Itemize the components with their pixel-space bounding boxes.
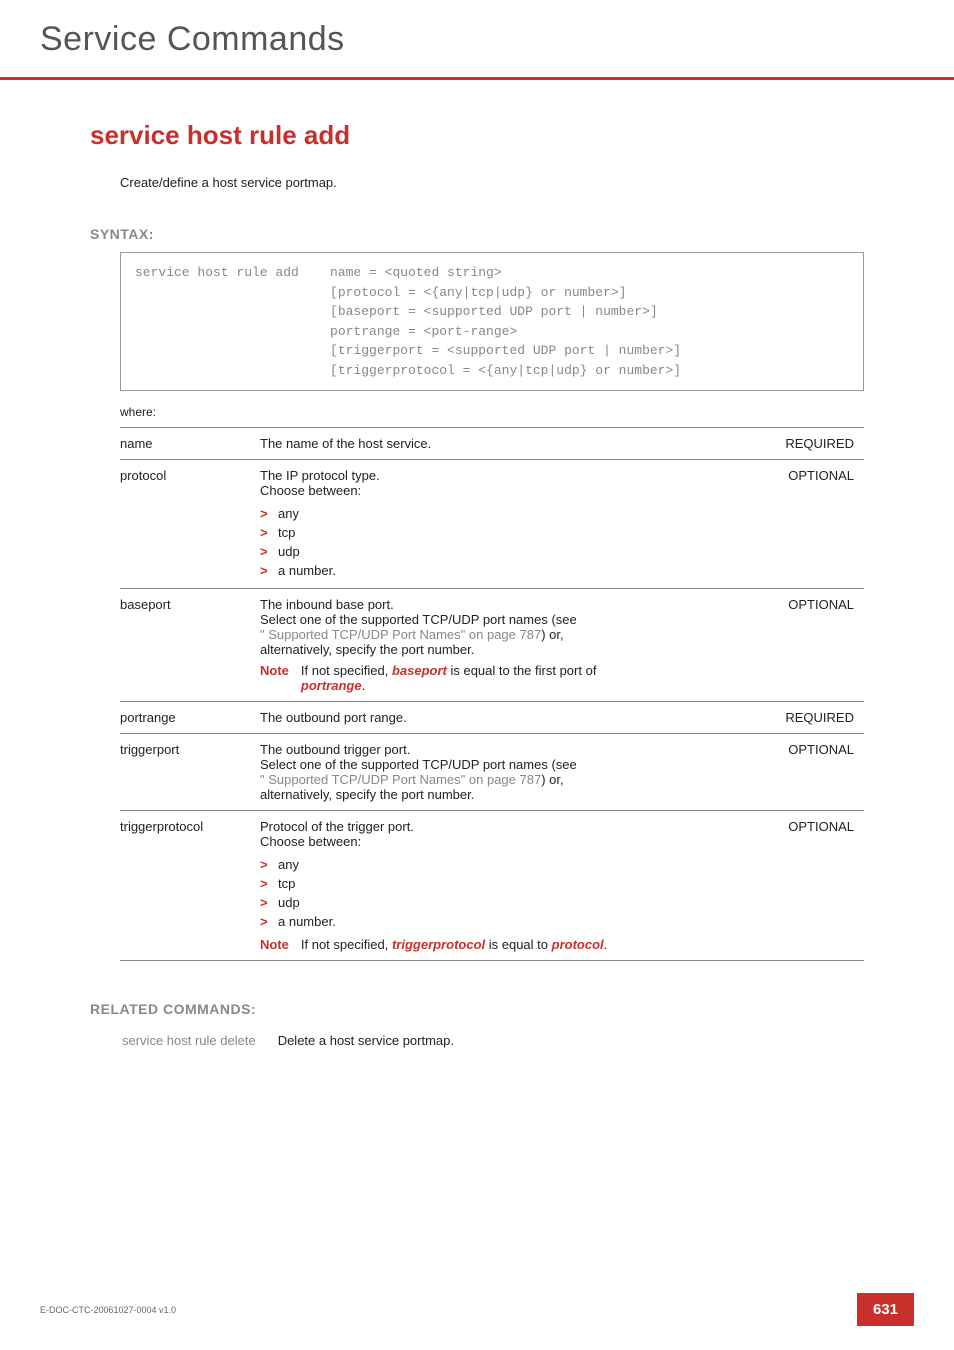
desc-text: ) or, — [541, 627, 563, 642]
note-frag: is equal to — [485, 937, 552, 952]
desc-lead: Protocol of the trigger port. — [260, 819, 764, 834]
param-req: OPTIONAL — [774, 734, 864, 811]
desc-line: " Supported TCP/UDP Port Names" on page … — [260, 627, 764, 642]
related-command-link[interactable]: service host rule delete — [122, 1029, 276, 1052]
table-row: triggerprotocol Protocol of the trigger … — [120, 811, 864, 961]
chevron-right-icon: > — [260, 857, 278, 872]
param-desc: The outbound trigger port. Select one of… — [260, 734, 774, 811]
param-desc: The IP protocol type. Choose between: >a… — [260, 460, 774, 589]
param-req: OPTIONAL — [774, 589, 864, 702]
param-desc: The name of the host service. — [260, 428, 774, 460]
note-frag: . — [604, 937, 608, 952]
param-desc: The inbound base port. Select one of the… — [260, 589, 774, 702]
table-row: baseport The inbound base port. Select o… — [120, 589, 864, 702]
bullet-text: any — [278, 506, 299, 521]
note-em: triggerprotocol — [392, 937, 485, 952]
desc-lead: The outbound trigger port. — [260, 742, 764, 757]
table-row: service host rule delete Delete a host s… — [122, 1029, 474, 1052]
bullet-text: a number. — [278, 563, 336, 578]
doc-id: E-DOC-CTC-20061027-0004 v1.0 — [40, 1305, 176, 1315]
desc-sub: Choose between: — [260, 483, 764, 498]
param-name: triggerport — [120, 734, 260, 811]
bullet-list: >any >tcp >udp >a number. — [260, 855, 764, 931]
bullet-list: >any >tcp >udp >a number. — [260, 504, 764, 580]
note-em: protocol — [552, 937, 604, 952]
syntax-label: SYNTAX: — [90, 226, 864, 242]
bullet-text: tcp — [278, 876, 295, 891]
note: Note If not specified, triggerprotocol i… — [260, 937, 764, 952]
desc-lead: The IP protocol type. — [260, 468, 764, 483]
note-frag: is equal to the first port of — [447, 663, 597, 678]
chevron-right-icon: > — [260, 544, 278, 559]
chevron-right-icon: > — [260, 895, 278, 910]
desc-lead: The inbound base port. — [260, 597, 764, 612]
param-req: OPTIONAL — [774, 811, 864, 961]
chevron-right-icon: > — [260, 563, 278, 578]
where-label: where: — [120, 405, 864, 419]
bullet-text: udp — [278, 544, 300, 559]
table-row: portrange The outbound port range. REQUI… — [120, 702, 864, 734]
desc-text: Select one of the supported TCP/UDP port… — [260, 757, 577, 772]
note: Note If not specified, baseport is equal… — [260, 663, 764, 693]
note-frag: If not specified, — [301, 663, 392, 678]
params-table: name The name of the host service. REQUI… — [120, 427, 864, 961]
param-name: name — [120, 428, 260, 460]
param-name: triggerprotocol — [120, 811, 260, 961]
page-number-badge: 631 — [857, 1293, 914, 1326]
desc-line: " Supported TCP/UDP Port Names" on page … — [260, 772, 764, 787]
note-label: Note — [260, 937, 289, 952]
desc-sub: Choose between: — [260, 834, 764, 849]
table-row: protocol The IP protocol type. Choose be… — [120, 460, 864, 589]
bullet-text: udp — [278, 895, 300, 910]
desc-line: alternatively, specify the port number. — [260, 787, 764, 802]
param-desc: Protocol of the trigger port. Choose bet… — [260, 811, 774, 961]
param-req: REQUIRED — [774, 428, 864, 460]
note-em: baseport — [392, 663, 447, 678]
related-command-desc: Delete a host service portmap. — [278, 1029, 474, 1052]
note-frag: If not specified, — [301, 937, 392, 952]
bullet-text: any — [278, 857, 299, 872]
param-req: REQUIRED — [774, 702, 864, 734]
chevron-right-icon: > — [260, 506, 278, 521]
related-label: RELATED COMMANDS: — [90, 1001, 864, 1017]
page-ref-link[interactable]: " Supported TCP/UDP Port Names" on page … — [260, 772, 541, 787]
note-frag: . — [362, 678, 366, 693]
desc-line: Select one of the supported TCP/UDP port… — [260, 757, 764, 772]
related-table: service host rule delete Delete a host s… — [120, 1027, 476, 1054]
desc-text: ) or, — [541, 772, 563, 787]
param-req: OPTIONAL — [774, 460, 864, 589]
command-title: service host rule add — [90, 120, 864, 151]
table-row: triggerport The outbound trigger port. S… — [120, 734, 864, 811]
desc-line: Select one of the supported TCP/UDP port… — [260, 612, 764, 627]
syntax-box: service host rule add name = <quoted str… — [120, 252, 864, 391]
param-name: protocol — [120, 460, 260, 589]
bullet-text: a number. — [278, 914, 336, 929]
command-intro: Create/define a host service portmap. — [120, 175, 864, 190]
param-desc: The outbound port range. — [260, 702, 774, 734]
page-ref-link[interactable]: " Supported TCP/UDP Port Names" on page … — [260, 627, 541, 642]
note-label: Note — [260, 663, 289, 693]
desc-line: alternatively, specify the port number. — [260, 642, 764, 657]
note-text: If not specified, baseport is equal to t… — [301, 663, 597, 693]
chevron-right-icon: > — [260, 525, 278, 540]
chevron-right-icon: > — [260, 914, 278, 929]
param-name: baseport — [120, 589, 260, 702]
note-em: portrange — [301, 678, 362, 693]
chevron-right-icon: > — [260, 876, 278, 891]
bullet-text: tcp — [278, 525, 295, 540]
desc-text: Select one of the supported TCP/UDP port… — [260, 612, 577, 627]
note-text: If not specified, triggerprotocol is equ… — [301, 937, 607, 952]
param-name: portrange — [120, 702, 260, 734]
table-row: name The name of the host service. REQUI… — [120, 428, 864, 460]
page-header-title: Service Commands — [40, 20, 914, 59]
